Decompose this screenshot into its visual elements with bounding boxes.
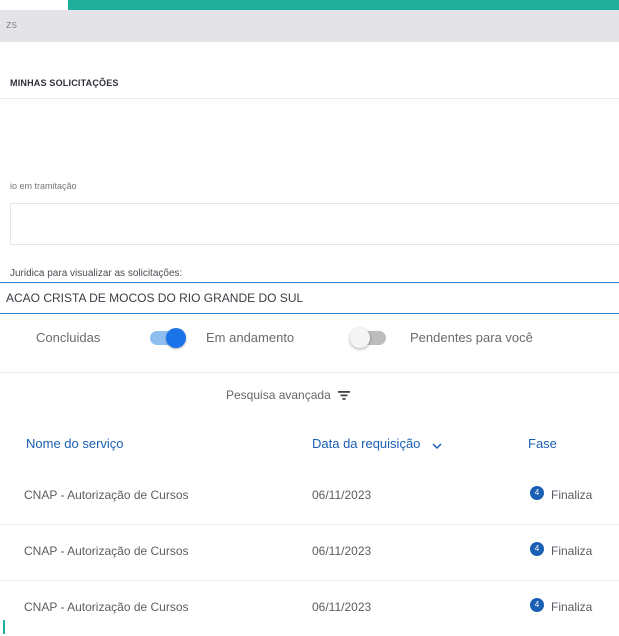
breadcrumb-bar: zs <box>0 10 619 42</box>
pessoa-juridica-value: ACAO CRISTA DE MOCOS DO RIO GRANDE DO SU… <box>6 291 304 305</box>
toggle-label-concluidas: Concluidas <box>36 330 101 345</box>
header-accent-bar <box>68 0 619 10</box>
table-row[interactable]: CNAP - Autorização de Cursos 06/11/2023 … <box>0 468 619 524</box>
column-header-data-label: Data da requisição <box>312 436 421 451</box>
column-header-servico[interactable]: Nome do serviço <box>26 436 124 451</box>
cell-data: 06/11/2023 <box>312 488 372 502</box>
divider <box>0 372 619 373</box>
cell-data: 06/11/2023 <box>312 600 372 614</box>
toggle-knob <box>166 328 186 348</box>
toggle-label-pendentes: Pendentes para você <box>410 330 533 345</box>
table-row[interactable]: CNAP - Autorização de Cursos 06/11/2023 … <box>0 524 619 580</box>
table-header: Nome do serviço Data da requisição Fase <box>0 430 619 460</box>
toggle-concluidas[interactable] <box>150 328 186 348</box>
page-title: MINHAS SOLICITAÇÕES <box>10 78 119 88</box>
cell-data: 06/11/2023 <box>312 544 372 558</box>
cell-servico: CNAP - Autorização de Cursos <box>24 544 189 558</box>
status-toggle-row: Concluidas Em andamento Pendentes para v… <box>0 326 619 354</box>
advanced-search-label: Pesquisa avançada <box>226 388 331 402</box>
fase-step-icon: 4 <box>530 542 544 556</box>
pessoa-juridica-select[interactable]: ACAO CRISTA DE MOCOS DO RIO GRANDE DO SU… <box>0 282 619 314</box>
table-row[interactable]: CNAP - Autorização de Cursos 06/11/2023 … <box>0 580 619 636</box>
toggle-label-em-andamento: Em andamento <box>206 330 295 345</box>
cell-servico: CNAP - Autorização de Cursos <box>24 600 189 614</box>
column-header-data[interactable]: Data da requisição <box>312 436 442 452</box>
tramitacao-label: io em tramitação <box>10 181 77 191</box>
toggle-knob <box>350 328 370 348</box>
cell-servico: CNAP - Autorização de Cursos <box>24 488 189 502</box>
accent-mark <box>3 620 5 634</box>
toggle-em-andamento[interactable] <box>350 328 386 348</box>
fase-step-icon: 4 <box>530 486 544 500</box>
cell-fase: Finaliza <box>551 544 593 558</box>
breadcrumb[interactable]: zs <box>6 19 17 31</box>
filter-icon <box>338 389 351 403</box>
advanced-search-button[interactable]: Pesquisa avançada <box>226 388 351 403</box>
cell-fase: Finaliza <box>551 488 593 502</box>
pessoa-juridica-label: Juridica para visualizar as solicitações… <box>10 268 183 279</box>
column-header-fase[interactable]: Fase <box>528 436 557 451</box>
cell-fase: Finaliza <box>551 600 593 614</box>
fase-step-icon: 4 <box>530 598 544 612</box>
tramitacao-input[interactable] <box>10 203 619 245</box>
chevron-down-icon <box>432 437 442 452</box>
divider <box>0 98 619 99</box>
